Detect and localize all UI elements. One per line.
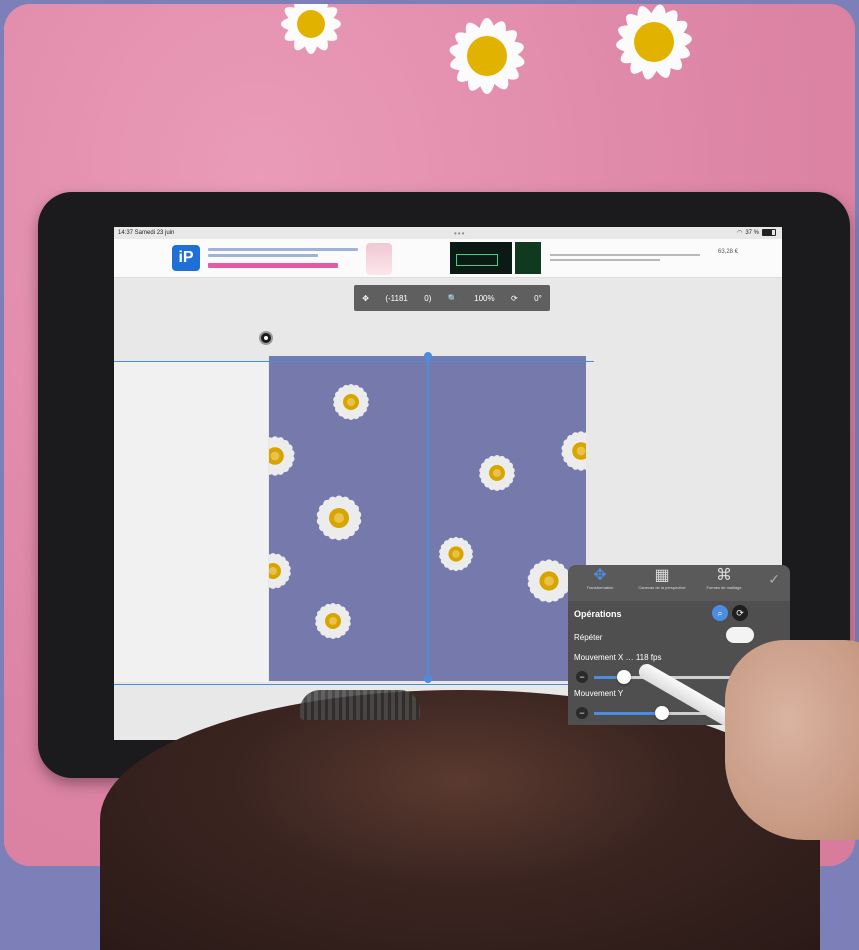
move-y-label: Mouvement Y: [574, 689, 624, 698]
rotate-icon[interactable]: ⟳: [511, 294, 518, 303]
reset-icon[interactable]: ⟳: [732, 605, 748, 621]
position-x[interactable]: (-1181: [385, 294, 408, 303]
minus-button[interactable]: −: [576, 671, 588, 683]
move-x-knob[interactable]: [617, 670, 631, 684]
move-x-label: Mouvement X … 118 fps: [574, 653, 662, 662]
ad-product-image[interactable]: [450, 242, 512, 274]
move-y-fill: [594, 712, 662, 715]
tab-label: Formes de maillage: [706, 585, 742, 590]
selection-guide[interactable]: [427, 357, 429, 682]
selection-guide: [114, 361, 594, 362]
ad-product-image[interactable]: [515, 242, 541, 274]
minus-button[interactable]: −: [576, 707, 588, 719]
ad-text-block: [208, 245, 358, 271]
tab-mesh[interactable]: ⌘ Formes de maillage: [694, 567, 754, 590]
battery-icon: [762, 229, 776, 236]
hair-clip: [300, 690, 420, 720]
tab-transformation[interactable]: ✥ Transformation: [570, 567, 630, 590]
status-icons: ◠ 37 %: [737, 229, 776, 236]
ad-cta-button[interactable]: [208, 263, 338, 268]
tab-label: Transformation: [586, 585, 614, 590]
wifi-icon: ◠: [737, 230, 743, 236]
zoom-value[interactable]: 100%: [474, 294, 494, 303]
ad-description: [550, 251, 700, 264]
move-icon[interactable]: ✥: [362, 294, 369, 303]
ad-price: 63,28 €: [718, 249, 739, 255]
status-time: 14:37 Samedi 23 juin: [118, 230, 175, 236]
move-arrows-icon: ✥: [593, 567, 607, 584]
position-y[interactable]: 0): [424, 294, 431, 303]
repeat-toggle[interactable]: [726, 627, 754, 643]
check-icon[interactable]: ✓: [768, 571, 780, 588]
canvas-area: [114, 362, 268, 682]
rotation-value[interactable]: 0°: [534, 294, 542, 303]
anchor-pin[interactable]: [259, 331, 273, 345]
tab-perspective[interactable]: ▦ Canevas de la perspective: [632, 567, 692, 590]
panel-title: Opérations: [574, 609, 622, 619]
ad-banner[interactable]: iP 63,28 €: [114, 239, 782, 278]
ad-app-logo[interactable]: iP: [172, 245, 200, 271]
status-bar: 14:37 Samedi 23 juin ••• ◠ 37 %: [114, 227, 782, 239]
mesh-map-icon: ⌘: [716, 567, 732, 584]
move-x-text: Mouvement X: [574, 653, 624, 662]
transform-toolbar: ✥ (-1181 0) 🔍 100% ⟳ 0°: [354, 285, 550, 311]
repeat-label: Répéter: [574, 633, 603, 642]
grid-perspective-icon: ▦: [654, 567, 670, 584]
selection-handle[interactable]: [424, 352, 432, 360]
selection-handle[interactable]: [424, 675, 432, 683]
daisy-decoration: [449, 18, 525, 94]
daisy-decoration: [281, 4, 341, 54]
zoom-icon[interactable]: 🔍: [448, 294, 458, 303]
battery-percent: 37 %: [745, 229, 759, 236]
hand: [725, 640, 859, 840]
selection-guide: [114, 684, 594, 685]
more-dots-icon[interactable]: •••: [454, 229, 465, 238]
daisy-decoration: [616, 4, 692, 80]
move-y-knob[interactable]: [655, 706, 669, 720]
panel-tabs: ✥ Transformation ▦ Canevas de la perspec…: [568, 565, 790, 601]
person-head: [100, 690, 820, 950]
tab-label: Canevas de la perspective: [638, 585, 686, 590]
move-x-value: 118 fps: [635, 653, 662, 662]
search-icon[interactable]: ⌕: [712, 605, 728, 621]
ad-image: [366, 243, 392, 275]
